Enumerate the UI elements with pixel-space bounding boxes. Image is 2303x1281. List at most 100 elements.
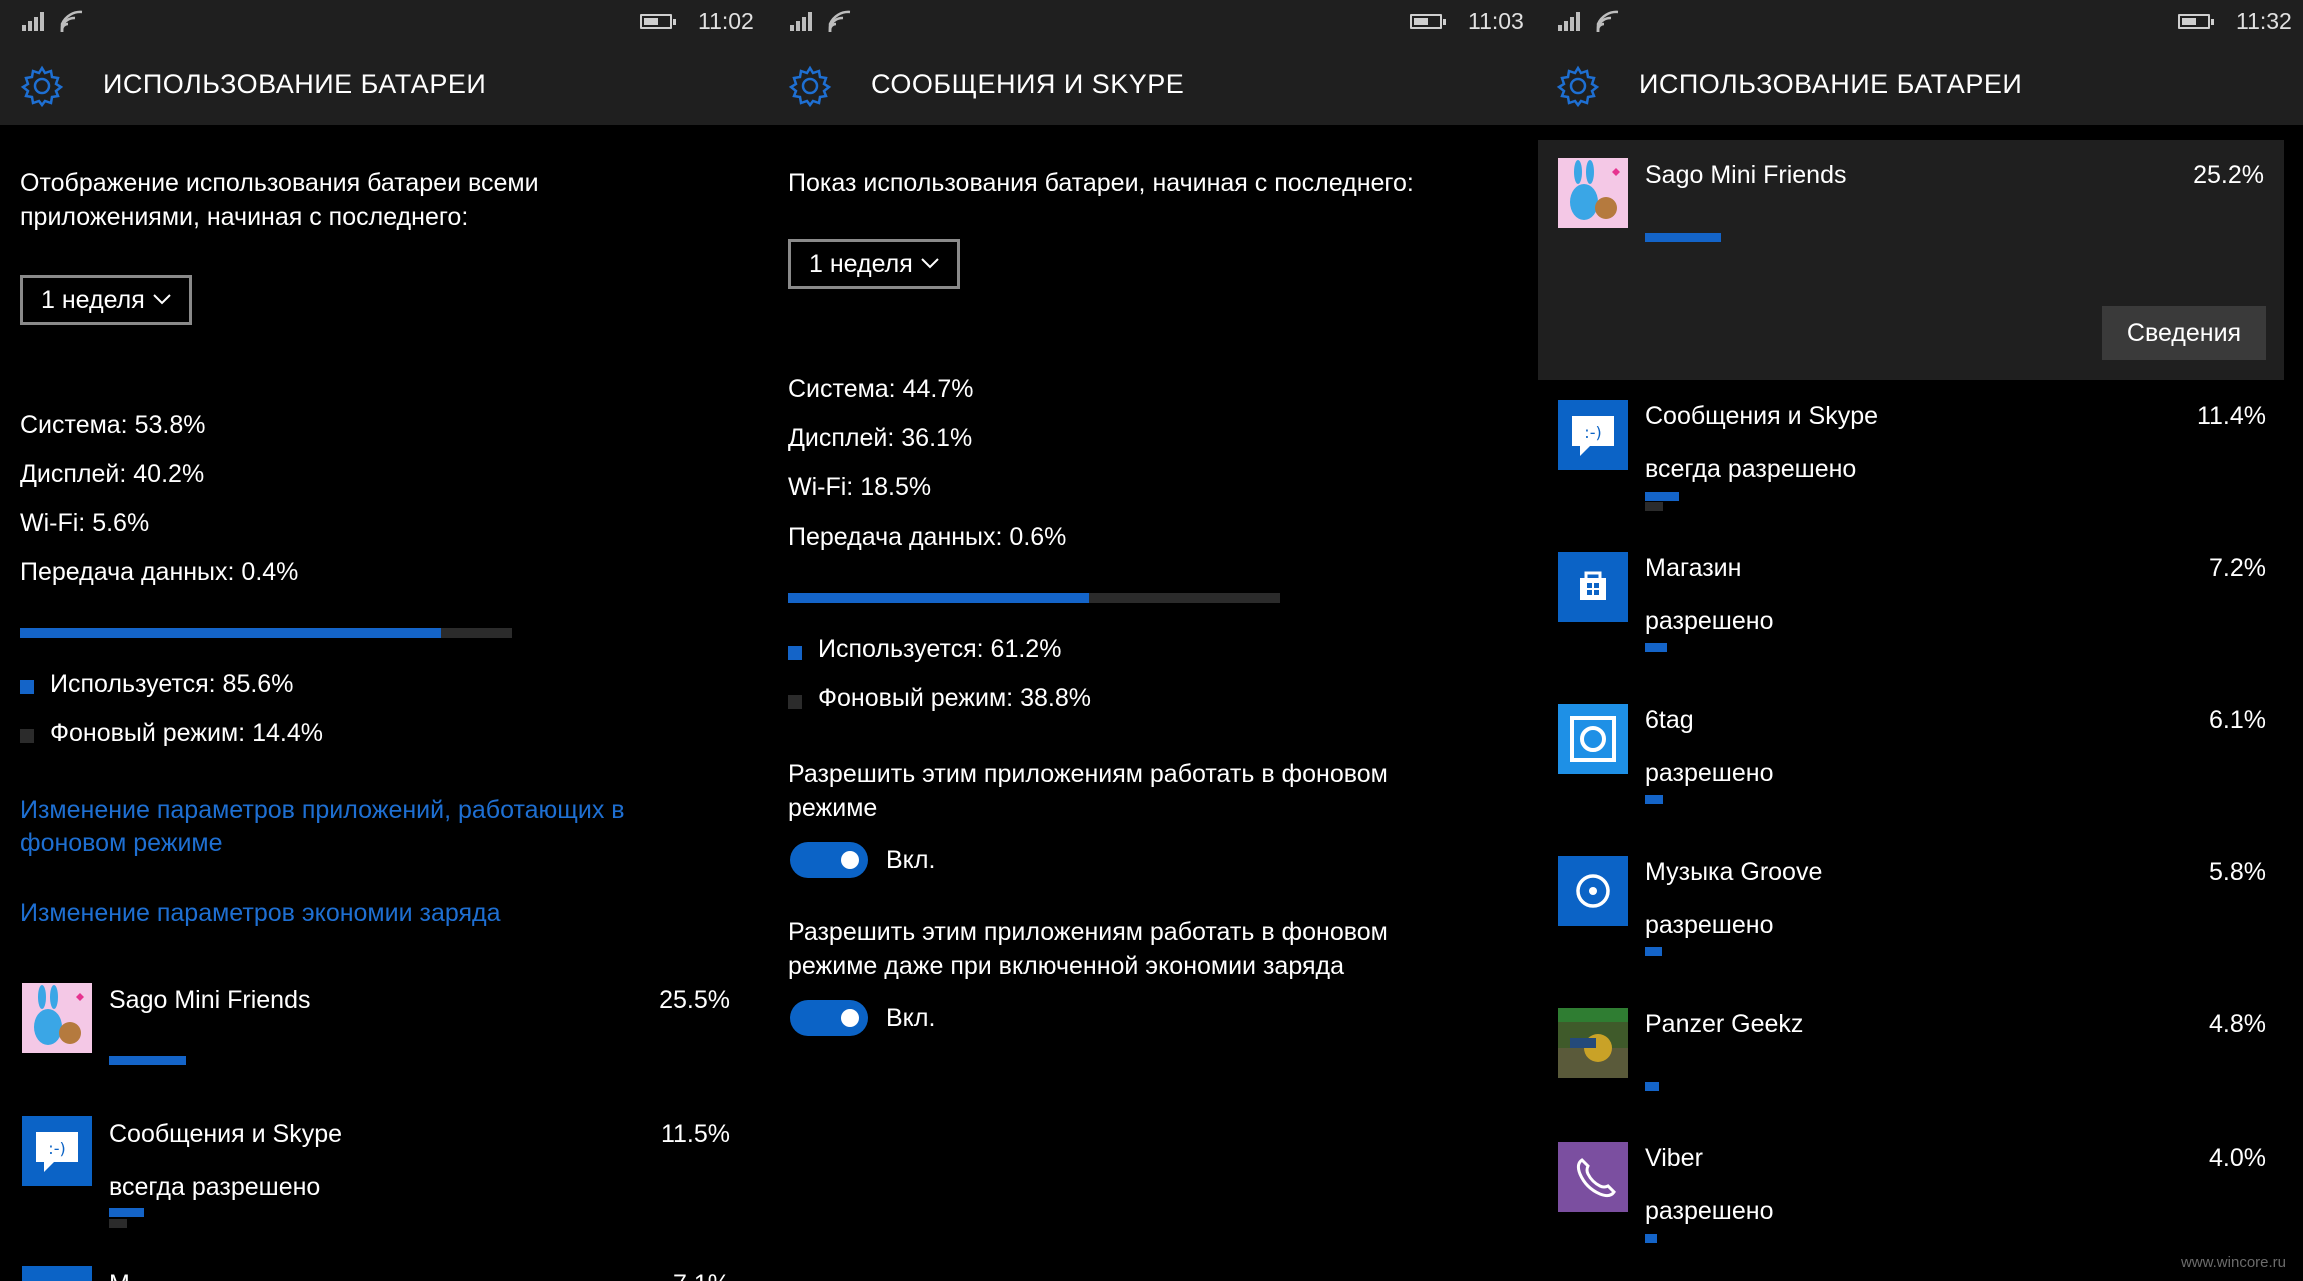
toggle-background-switch[interactable] [790, 842, 868, 878]
app-status: всегда разрешено [1645, 455, 1857, 483]
period-dropdown-value: 1 неделя [41, 286, 145, 314]
wifi-icon [1596, 10, 1619, 32]
store-icon [22, 1266, 92, 1281]
app-usage-bar [1645, 643, 1667, 652]
usage-bar-fill [20, 628, 442, 638]
toggle-background-state: Вкл. [886, 846, 936, 874]
stat-data: Передача данных: 0.4% [20, 558, 299, 586]
legend-background: Фоновый режим: 38.8% [818, 684, 1091, 712]
signal-strength-icon [790, 11, 816, 31]
app-percent: 7.1% [673, 1270, 730, 1281]
list-item[interactable]: Panzer Geekz 4.8% [1536, 1004, 2303, 1134]
app-usage-bar [1645, 947, 1662, 956]
usage-bar [20, 628, 512, 638]
panzer-geekz-icon [1558, 1008, 1628, 1078]
app-status: разрешено [1645, 607, 1774, 635]
wifi-icon [828, 10, 851, 32]
page-title: СООБЩЕНИЯ И SKYPE [871, 69, 1185, 99]
app-status: разрешено [1645, 759, 1774, 787]
period-dropdown[interactable]: 1 неделя [788, 239, 960, 289]
signal-strength-icon [1558, 11, 1584, 31]
status-bar: 11:32 [1536, 0, 2303, 44]
toggle-saver-switch[interactable] [790, 1000, 868, 1036]
link-background-apps-line-1[interactable]: Изменение параметров приложений, работаю… [20, 793, 625, 827]
gear-icon [788, 65, 832, 108]
legend-background-swatch [20, 729, 34, 743]
stat-wifi: Wi-Fi: 5.6% [20, 509, 150, 537]
stat-system: Система: 53.8% [20, 411, 206, 439]
list-item[interactable]: Sago Mini Friends 25.5% [0, 978, 768, 1098]
app-name: М [109, 1270, 130, 1281]
toggle-saver-label-line-1: Разрешить этим приложениям работать в фо… [788, 918, 1388, 946]
app-percent: 25.2% [2193, 161, 2264, 189]
details-button[interactable]: Сведения [2102, 306, 2266, 360]
app-name: Сообщения и Skype [109, 1120, 343, 1148]
list-item[interactable]: :-) Сообщения и Skype 11.4% всегда разре… [1536, 396, 2303, 536]
app-percent: 11.5% [660, 1120, 730, 1148]
stat-display: Дисплей: 40.2% [20, 460, 205, 488]
wifi-icon [60, 10, 83, 32]
battery-icon [640, 14, 676, 29]
app-status: всегда разрешено [109, 1173, 321, 1201]
list-item[interactable]: Магазин 7.2% разрешено [1536, 548, 2303, 688]
viber-icon [1558, 1142, 1628, 1212]
store-icon [1558, 552, 1628, 622]
page-title: ИСПОЛЬЗОВАНИЕ БАТАРЕИ [1639, 69, 2023, 99]
app-percent: 6.1% [2209, 706, 2266, 734]
messaging-skype-icon: :-) [1558, 400, 1628, 470]
list-item-selected[interactable]: Sago Mini Friends 25.2% Сведения [1538, 140, 2284, 380]
app-usage-bar [1645, 492, 1679, 501]
list-item[interactable]: Музыка Groove 5.8% разрешено [1536, 852, 2303, 992]
chevron-down-icon [153, 294, 171, 305]
toggle-background-label-line-2: режиме [788, 794, 878, 822]
panel-battery-usage-1: 11:02 ИСПОЛЬЗОВАНИЕ БАТАРЕИ Отображение … [0, 0, 768, 1281]
toggle-background-label-line-1: Разрешить этим приложениям работать в фо… [788, 760, 1388, 788]
legend-background-swatch [788, 695, 802, 709]
period-dropdown[interactable]: 1 неделя [20, 275, 192, 325]
app-background-bar [109, 1219, 127, 1228]
app-usage-bar [109, 1056, 186, 1065]
app-status: разрешено [1645, 1197, 1774, 1225]
legend-in-use-swatch [20, 680, 34, 694]
usage-bar [788, 593, 1280, 603]
app-percent: 11.4% [2196, 402, 2266, 430]
app-name: Музыка Groove [1645, 858, 1823, 886]
app-percent: 5.8% [2209, 858, 2266, 886]
usage-bar-fill [788, 593, 1090, 603]
list-item[interactable]: 6tag 6.1% разрешено [1536, 700, 2303, 840]
panel-messaging-skype: 11:03 СООБЩЕНИЯ И SKYPE Показ использова… [768, 0, 1536, 1281]
app-percent: 4.0% [2209, 1144, 2266, 1172]
toggle-saver-label-line-2: режиме даже при включенной экономии заря… [788, 952, 1344, 980]
legend-in-use: Используется: 61.2% [818, 635, 1062, 663]
stat-display: Дисплей: 36.1% [788, 424, 973, 452]
period-dropdown-value: 1 неделя [809, 250, 913, 278]
app-name: Сообщения и Skype [1645, 402, 1879, 430]
description-line-1: Отображение использования батареи всеми [20, 169, 539, 197]
page-header: ИСПОЛЬЗОВАНИЕ БАТАРЕИ [1536, 44, 2303, 125]
app-name: 6tag [1645, 706, 1694, 734]
app-percent: 25.5% [659, 986, 730, 1014]
status-bar: 11:02 [0, 0, 768, 44]
legend-background: Фоновый режим: 14.4% [50, 719, 323, 747]
link-battery-saver[interactable]: Изменение параметров экономии заряда [20, 896, 501, 930]
page-header: ИСПОЛЬЗОВАНИЕ БАТАРЕИ [0, 44, 768, 125]
app-name: Panzer Geekz [1645, 1010, 1804, 1038]
signal-strength-icon [22, 11, 48, 31]
app-name: Sago Mini Friends [109, 986, 311, 1014]
sago-mini-friends-icon [1558, 158, 1628, 228]
status-time: 11:03 [1468, 8, 1524, 34]
list-item[interactable]: М 7.1% [0, 1262, 768, 1281]
app-name: Sago Mini Friends [1645, 161, 1847, 189]
app-background-bar [1645, 502, 1663, 511]
messaging-skype-icon: :-) [22, 1116, 92, 1186]
gear-icon [1556, 65, 1600, 108]
panel-battery-usage-2: 11:32 ИСПОЛЬЗОВАНИЕ БАТАРЕИ Sago Mini Fr… [1536, 0, 2303, 1281]
app-usage-bar [109, 1208, 144, 1217]
svg-text::-): :-) [1584, 423, 1601, 442]
app-usage-bar [1645, 233, 1721, 242]
link-background-apps-line-2[interactable]: фоновом режиме [20, 826, 223, 860]
description-line-2: приложениями, начиная с последнего: [20, 203, 469, 231]
app-name: Магазин [1645, 554, 1742, 582]
app-usage-bar [1645, 1082, 1659, 1091]
list-item[interactable]: :-) Сообщения и Skype 11.5% всегда разре… [0, 1112, 768, 1242]
